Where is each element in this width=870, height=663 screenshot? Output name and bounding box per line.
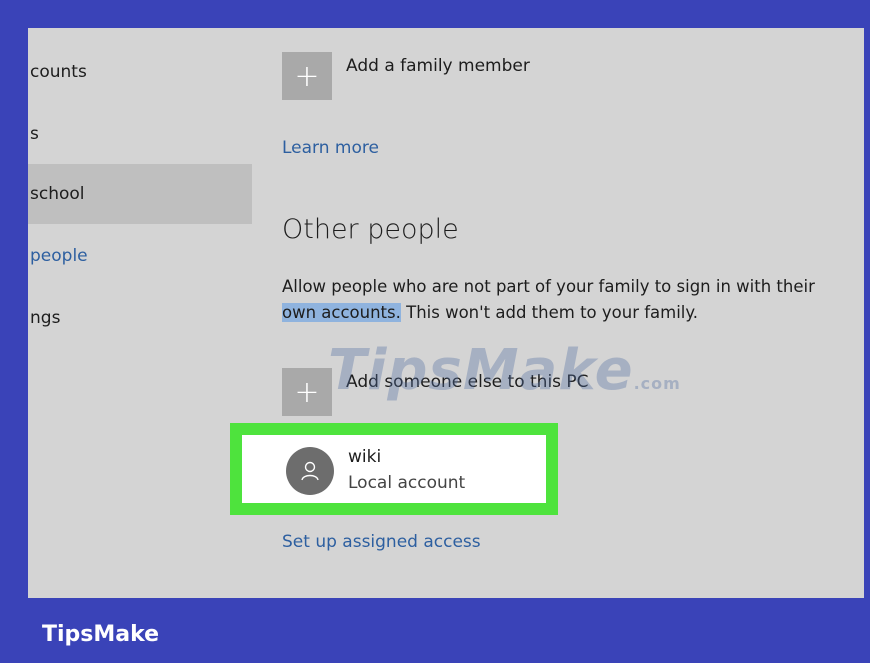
other-people-description: Allow people who are not part of your fa… [282,274,842,326]
add-family-member-label[interactable]: Add a family member [346,56,530,76]
description-line1: Allow people who are not part of your fa… [282,277,815,296]
other-people-heading: Other people [282,214,459,245]
plus-icon: + [294,58,320,94]
learn-more-link[interactable]: Learn more [282,138,379,158]
user-icon [301,461,319,481]
sidebar-item-label: ngs [30,308,61,328]
account-type: Local account [348,473,466,493]
add-family-member-button[interactable]: + [282,52,332,100]
assigned-access-link[interactable]: Set up assigned access [282,532,481,552]
sidebar-item-accounts[interactable]: counts [28,42,252,102]
watermark-text: TipsMake [328,338,634,403]
sidebar-item-sync-settings[interactable]: ngs [28,288,252,348]
sidebar-item-label: people [30,246,88,266]
sidebar-item-partial[interactable]: s [28,104,252,164]
description-highlight: own accounts. [282,303,401,322]
account-name: wiki [348,447,382,467]
plus-icon: + [294,374,320,410]
sidebar: counts s school people ngs [28,28,252,598]
brand-logo: TipsMake [42,622,160,647]
settings-window: counts s school people ngs + Add a famil… [28,28,864,598]
add-someone-else-button[interactable]: + [282,368,332,416]
description-line2: This won't add them to your family. [400,303,699,322]
sidebar-item-work-school[interactable]: school [28,164,252,224]
main-content: + Add a family member Learn more Other p… [230,28,864,598]
account-item-wiki[interactable]: wiki Local account [242,435,546,503]
avatar [286,447,334,495]
watermark: TipsMake.com [328,338,681,403]
watermark-suffix: .com [633,374,681,393]
highlighted-account: wiki Local account [230,423,558,515]
sidebar-item-label: school [30,184,85,204]
sidebar-item-family-other-people[interactable]: people [28,226,252,286]
sidebar-item-label: s [30,124,39,144]
sidebar-item-label: counts [30,62,87,82]
